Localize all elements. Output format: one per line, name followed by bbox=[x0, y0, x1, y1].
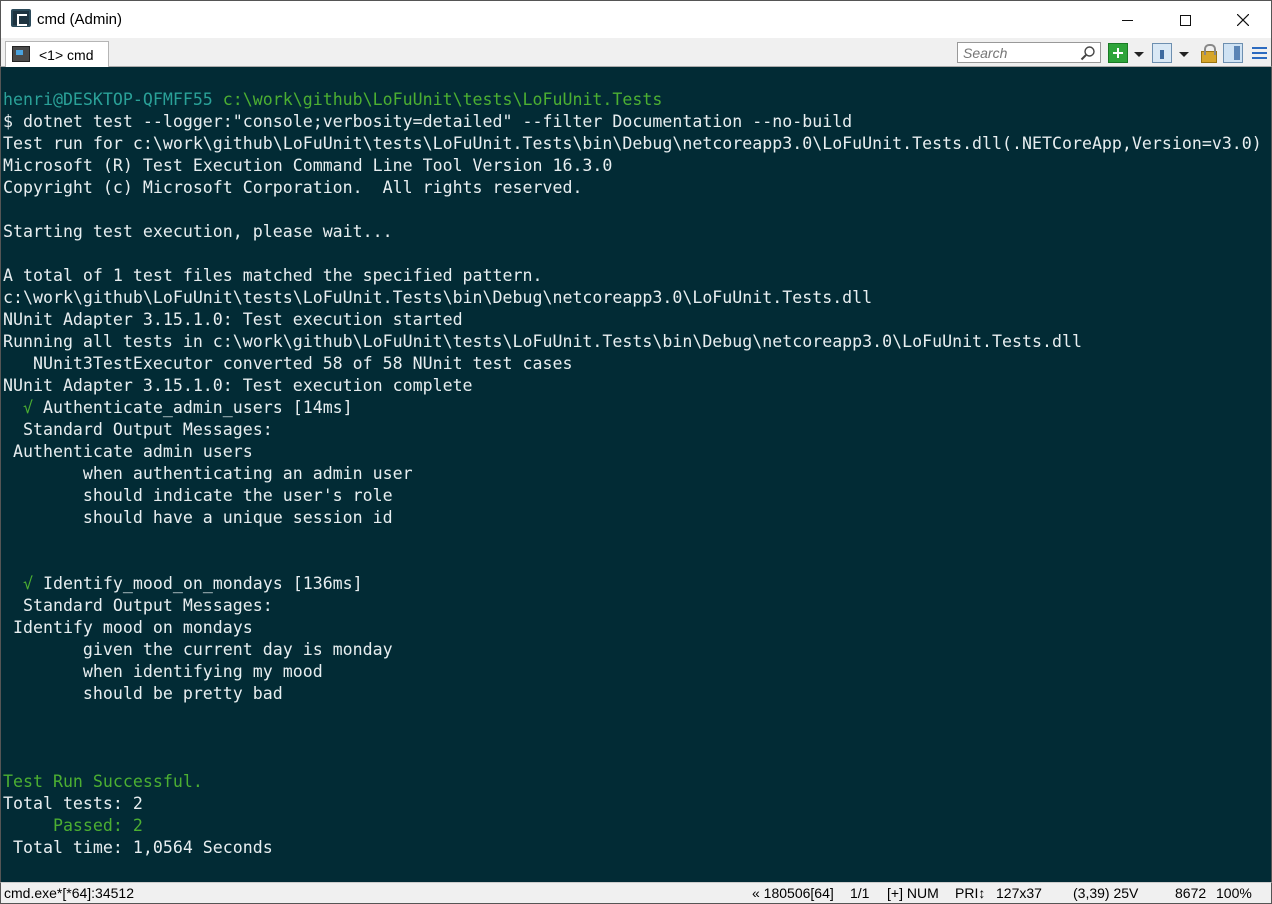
status-build[interactable]: « 180506[64] bbox=[752, 885, 834, 901]
status-bar: cmd.exe*[*64]:34512 « 180506[64] 1/1 [+]… bbox=[0, 882, 1272, 904]
maximize-button[interactable] bbox=[1156, 1, 1214, 39]
conemu-app-icon[interactable] bbox=[11, 9, 31, 27]
console-line-segment: √ bbox=[3, 398, 43, 417]
console-line: c:\work\github\LoFuUnit\tests\LoFuUnit.T… bbox=[3, 288, 873, 307]
hamburger-menu-icon[interactable] bbox=[1250, 43, 1270, 63]
console-line: should indicate the user's role bbox=[3, 486, 393, 505]
search-icon[interactable] bbox=[1080, 45, 1096, 61]
search-input[interactable] bbox=[958, 43, 1078, 62]
new-console-dropdown-icon[interactable] bbox=[1134, 52, 1144, 57]
console-line: Standard Output Messages: bbox=[3, 420, 273, 439]
status-mode[interactable]: [+] NUM bbox=[887, 885, 939, 901]
console-output[interactable]: henri@DESKTOP-QFMFF55 c:\work\github\LoF… bbox=[0, 67, 1272, 882]
status-pid[interactable]: 8672 bbox=[1175, 885, 1206, 901]
console-line-segment: henri@DESKTOP-QFMFF55 bbox=[3, 90, 223, 109]
console-line: Total time: 1,0564 Seconds bbox=[3, 838, 273, 857]
close-button[interactable] bbox=[1214, 1, 1272, 39]
console-line: when authenticating an admin user bbox=[3, 464, 413, 483]
tab-label: <1> cmd bbox=[39, 47, 94, 63]
console-line: Starting test execution, please wait... bbox=[3, 222, 393, 241]
console-line-segment: c:\work\github\LoFuUnit\tests\LoFuUnit.T… bbox=[222, 90, 663, 109]
console-line: A total of 1 test files matched the spec… bbox=[3, 266, 543, 285]
tab-bar: <1> cmd bbox=[0, 38, 1272, 67]
status-priority[interactable]: PRI↕ bbox=[955, 885, 985, 901]
console-line-segment: √ bbox=[3, 574, 43, 593]
console-list-icon[interactable] bbox=[1152, 43, 1172, 63]
search-box[interactable] bbox=[957, 42, 1101, 63]
status-size[interactable]: 127x37 bbox=[996, 885, 1042, 901]
console-line: Running all tests in c:\work\github\LoFu… bbox=[3, 332, 1082, 351]
maximize-icon bbox=[1179, 14, 1191, 26]
console-line: Total tests: 2 bbox=[3, 794, 143, 813]
console-line: Copyright (c) Microsoft Corporation. All… bbox=[3, 178, 583, 197]
console-line: NUnit3TestExecutor converted 58 of 58 NU… bbox=[3, 354, 573, 373]
console-tab-icon bbox=[12, 46, 30, 62]
status-cursor[interactable]: (3,39) 25V bbox=[1073, 885, 1138, 901]
status-process: cmd.exe*[*64]:34512 bbox=[4, 885, 134, 901]
console-line: Authenticate admin users bbox=[3, 442, 253, 461]
console-line: NUnit Adapter 3.15.1.0: Test execution s… bbox=[3, 310, 463, 329]
minimize-icon bbox=[1121, 19, 1133, 21]
split-panel-icon[interactable] bbox=[1223, 43, 1243, 63]
console-line: NUnit Adapter 3.15.1.0: Test execution c… bbox=[3, 376, 473, 395]
console-line: should be pretty bad bbox=[3, 684, 283, 703]
console-line: Microsoft (R) Test Execution Command Lin… bbox=[3, 156, 613, 175]
status-zoom[interactable]: 100% bbox=[1216, 885, 1252, 901]
console-line: Identify mood on mondays bbox=[3, 618, 253, 637]
console-line: Test Run Successful. bbox=[3, 772, 203, 791]
console-line-segment: Authenticate_admin_users [14ms] bbox=[42, 398, 353, 417]
status-page[interactable]: 1/1 bbox=[850, 885, 869, 901]
console-line: Standard Output Messages: bbox=[3, 596, 273, 615]
console-line-segment: Identify_mood_on_mondays [136ms] bbox=[42, 574, 363, 593]
new-console-plus-icon[interactable] bbox=[1108, 43, 1128, 63]
console-line: given the current day is monday bbox=[3, 640, 393, 659]
console-line: should have a unique session id bbox=[3, 508, 393, 527]
console-line: $ dotnet test --logger:"console;verbosit… bbox=[3, 112, 853, 131]
console-line: √ Authenticate_admin_users [14ms] bbox=[3, 397, 1262, 419]
lock-icon[interactable] bbox=[1198, 43, 1218, 63]
tab-cmd[interactable]: <1> cmd bbox=[5, 41, 109, 67]
console-line: √ Identify_mood_on_mondays [136ms] bbox=[3, 573, 1262, 595]
window-title: cmd (Admin) bbox=[37, 11, 123, 28]
title-bar: cmd (Admin) bbox=[0, 0, 1272, 38]
console-line: henri@DESKTOP-QFMFF55 c:\work\github\LoF… bbox=[3, 89, 1262, 111]
console-line: Passed: 2 bbox=[3, 816, 143, 835]
console-lines: henri@DESKTOP-QFMFF55 c:\work\github\LoF… bbox=[3, 67, 1262, 859]
console-line: Test run for c:\work\github\LoFuUnit\tes… bbox=[3, 134, 1262, 153]
console-list-dropdown-icon[interactable] bbox=[1179, 52, 1189, 57]
close-icon bbox=[1237, 14, 1249, 26]
minimize-button[interactable] bbox=[1098, 1, 1156, 39]
console-line: when identifying my mood bbox=[3, 662, 323, 681]
